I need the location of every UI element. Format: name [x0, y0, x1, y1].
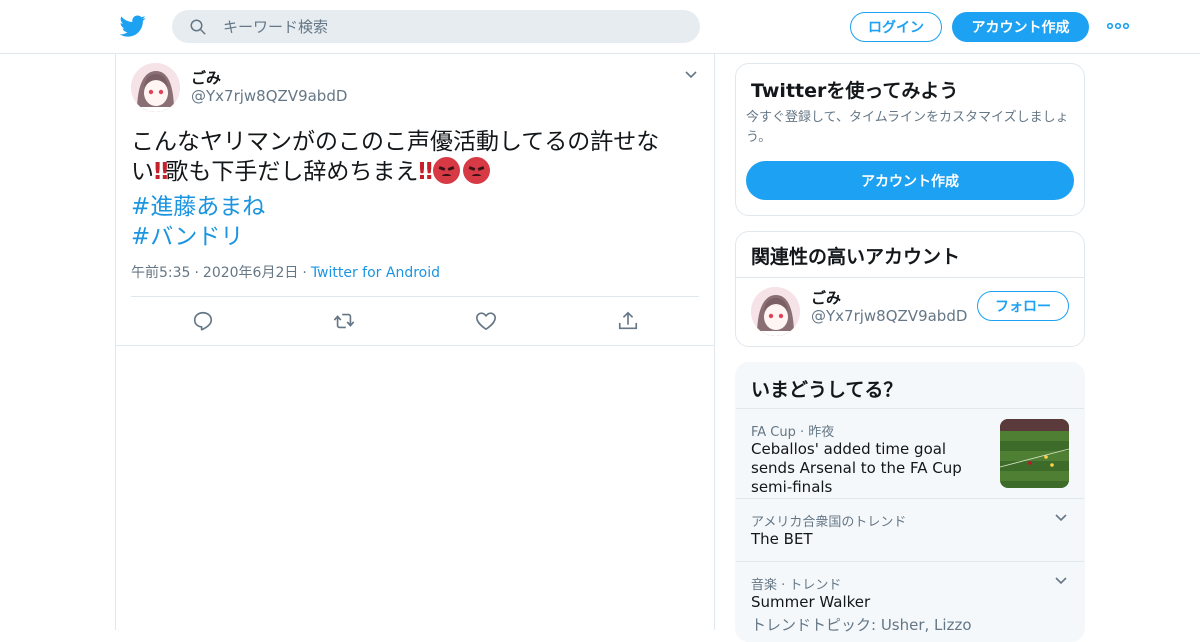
trend-title: The BET [751, 530, 813, 548]
hashtag-link[interactable]: #進藤あまね [131, 187, 265, 221]
divider [131, 296, 699, 297]
follow-button[interactable]: フォロー [977, 291, 1069, 321]
angry-face-emoji [462, 157, 490, 184]
signup-card-title: Twitterを使ってみよう [751, 80, 959, 102]
signup-button[interactable]: アカウント作成 [952, 12, 1089, 42]
search-bar[interactable] [172, 10, 700, 43]
avatar[interactable] [131, 63, 180, 112]
trend-title: Summer Walker [751, 593, 871, 611]
angry-face-emoji [432, 157, 460, 184]
login-button[interactable]: ログイン [850, 12, 942, 42]
chevron-down-icon[interactable] [1054, 511, 1068, 525]
reply-icon[interactable] [192, 310, 214, 332]
signup-card: Twitterを使ってみよう 今すぐ登録して、タイムラインをカスタマイズしましょ… [735, 63, 1085, 216]
double-exclamation-emoji: ‼ [154, 159, 169, 185]
more-dots-icon[interactable] [1106, 16, 1130, 36]
separator-dot: · [194, 265, 199, 281]
search-input[interactable] [223, 17, 663, 36]
related-accounts-title: 関連性の高いアカウント [751, 246, 961, 268]
avatar-illustration [131, 63, 180, 112]
hashtag-link[interactable]: #バンドリ [131, 217, 243, 251]
tweet-source-link[interactable]: Twitter for Android [311, 265, 440, 281]
retweet-icon[interactable] [333, 310, 355, 332]
top-navigation-bar: ログイン アカウント作成 [0, 0, 1200, 54]
main-column: ごみ @Yx7rjw8QZV9abdD こんなヤリマンがのこのこ声優活動してるの… [115, 54, 715, 630]
divider [736, 277, 1084, 278]
signup-card-description: 今すぐ登録して、タイムラインをカスタマイズしましょう。 [746, 110, 1069, 145]
soccer-field-image [1000, 419, 1069, 488]
separator-dot: · [302, 265, 307, 281]
twitter-bird-icon[interactable] [120, 13, 146, 39]
trend-subtitle: トレンドトピック: Usher, Lizzo [751, 616, 972, 634]
trends-card: いまどうしてる？ FA Cup · 昨夜 Ceballos' added tim… [735, 362, 1085, 642]
tweet-text-part2: 歌も下手だし辞めちまえ [165, 159, 419, 185]
trends-title: いまどうしてる？ [751, 379, 903, 401]
trend-context: 音楽 · トレンド [751, 578, 842, 593]
tweet-text: こんなヤリマンがのこのこ声優活動してるの許せない‼歌も下手だし辞めちまえ‼ [131, 127, 691, 187]
tweet-date[interactable]: 2020年6月2日 [203, 265, 298, 281]
chevron-down-icon[interactable] [1054, 574, 1068, 588]
avatar-illustration [751, 287, 800, 336]
search-icon [190, 19, 206, 34]
trend-item[interactable]: アメリカ合衆国のトレンド The BET [736, 498, 1084, 561]
tweet: ごみ @Yx7rjw8QZV9abdD こんなヤリマンがのこのこ声優活動してるの… [116, 54, 714, 346]
related-accounts-card: 関連性の高いアカウント ごみ @Yx7rjw8QZV9abdD フォロー [735, 231, 1085, 347]
share-icon[interactable] [617, 310, 639, 332]
double-exclamation-emoji: ‼ [418, 159, 433, 185]
tweet-author-name[interactable]: ごみ [191, 67, 221, 88]
trend-context: アメリカ合衆国のトレンド [751, 515, 907, 530]
trend-thumbnail [1000, 419, 1069, 488]
tweet-author-handle[interactable]: @Yx7rjw8QZV9abdD [191, 87, 347, 105]
trend-item[interactable]: FA Cup · 昨夜 Ceballos' added time goal se… [736, 408, 1084, 498]
related-account-name[interactable]: ごみ [811, 287, 841, 308]
trend-title: Ceballos' added time goal sends Arsenal … [751, 440, 962, 496]
tweet-time[interactable]: 午前5:35 [131, 265, 190, 281]
tweet-metadata: 午前5:35 · 2020年6月2日 · Twitter for Android [131, 262, 440, 282]
like-icon[interactable] [475, 310, 497, 332]
chevron-down-icon[interactable] [684, 68, 698, 82]
trend-context: FA Cup · 昨夜 [751, 425, 835, 440]
avatar[interactable] [751, 287, 800, 336]
related-account-handle[interactable]: @Yx7rjw8QZV9abdD [811, 307, 967, 325]
signup-card-button[interactable]: アカウント作成 [746, 161, 1074, 200]
